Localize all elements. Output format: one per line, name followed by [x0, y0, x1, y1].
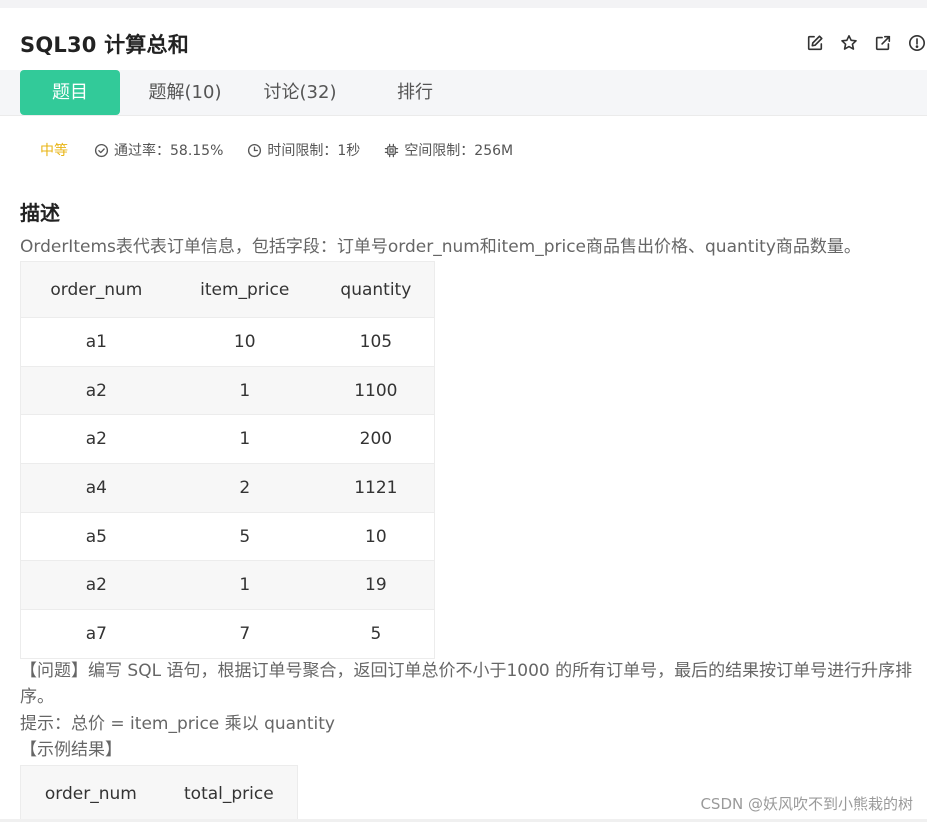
table-cell: 105	[317, 317, 435, 367]
table-cell: 1	[171, 560, 318, 611]
table-row: a7 7 5	[20, 609, 435, 659]
table-cell: 200	[317, 414, 435, 465]
result-table: order_num total_price	[20, 765, 298, 822]
table-cell: 10	[171, 317, 318, 367]
memory-limit: 空间限制：256M	[384, 140, 513, 160]
tab-discussion[interactable]: 讨论(32)	[250, 70, 350, 115]
description-intro: OrderItems表代表订单信息，包括字段：订单号order_num和item…	[20, 237, 861, 257]
table-cell: 5	[317, 609, 435, 659]
difficulty-badge: 中等	[40, 143, 68, 159]
open-external-button[interactable]	[873, 33, 893, 53]
hint-text: 提示：总价 = item_price 乘以 quantity	[20, 714, 335, 734]
table-header-row: order_num item_price quantity	[20, 261, 435, 318]
table-cell: a1	[20, 317, 172, 367]
table-row: a2 1 1100	[20, 366, 435, 416]
column-header: order_num	[20, 261, 172, 318]
chip-icon	[385, 143, 399, 157]
tab-solutions[interactable]: 题解(10)	[135, 70, 235, 115]
report-button[interactable]	[907, 33, 927, 53]
orders-table: order_num item_price quantity a1 10 105 …	[20, 261, 435, 659]
exclamation-circle-icon	[908, 34, 926, 52]
pass-rate: 通过率：58.15%	[94, 140, 223, 160]
column-header: order_num	[20, 765, 161, 822]
time-limit-text: 时间限制：1秒	[267, 143, 361, 159]
table-row: a2 1 19	[20, 560, 435, 611]
table-cell: a2	[20, 414, 172, 465]
problem-meta: 中等 通过率：58.15% 时间限制：1秒 空间限制：256M	[40, 140, 537, 160]
table-cell: a2	[20, 560, 172, 611]
table-cell: 10	[317, 512, 435, 562]
table-row: a2 1 200	[20, 414, 435, 465]
edit-icon	[807, 35, 823, 51]
page-title: SQL30 计算总和	[20, 33, 189, 57]
table-row: a1 10 105	[20, 317, 435, 367]
tab-bar: 题目 题解(10) 讨论(32) 排行	[0, 70, 927, 116]
star-icon	[841, 34, 857, 50]
table-cell: 1100	[317, 366, 435, 416]
table-cell: a2	[20, 366, 172, 416]
question-text: 【问题】编写 SQL 语句，根据订单号聚合，返回订单总价不小于1000 的所有订…	[20, 661, 913, 707]
top-strip	[0, 0, 927, 8]
table-cell: 1	[171, 366, 318, 416]
table-cell: 1	[171, 414, 318, 465]
clock-icon	[248, 143, 262, 157]
table-cell: a4	[20, 463, 172, 513]
table-cell: 5	[171, 512, 318, 562]
tab-problem[interactable]: 题目	[20, 70, 120, 115]
edit-button[interactable]	[805, 33, 825, 53]
table-cell: a5	[20, 512, 172, 562]
table-row: a4 2 1121	[20, 463, 435, 513]
time-limit: 时间限制：1秒	[247, 140, 360, 160]
table-cell: 19	[317, 560, 435, 611]
table-cell: 2	[171, 463, 318, 513]
watermark: CSDN @妖风吹不到小熊栽的树	[700, 795, 913, 813]
table-header-row: order_num total_price	[20, 765, 298, 822]
example-heading: 【示例结果】	[20, 740, 122, 760]
table-cell: 7	[171, 609, 318, 659]
memory-limit-text: 空间限制：256M	[404, 143, 514, 159]
table-row: a5 5 10	[20, 512, 435, 562]
column-header: item_price	[171, 261, 318, 318]
column-header: quantity	[317, 261, 435, 318]
pass-rate-text: 通过率：58.15%	[114, 143, 224, 159]
check-circle-icon	[94, 143, 109, 157]
table-cell: a7	[20, 609, 172, 659]
external-link-icon	[875, 35, 891, 51]
column-header: total_price	[160, 765, 298, 822]
description-heading: 描述	[20, 201, 60, 225]
favorite-button[interactable]	[839, 33, 859, 53]
toolbar	[791, 33, 927, 53]
table-cell: 1121	[317, 463, 435, 513]
tab-ranking[interactable]: 排行	[365, 70, 465, 115]
